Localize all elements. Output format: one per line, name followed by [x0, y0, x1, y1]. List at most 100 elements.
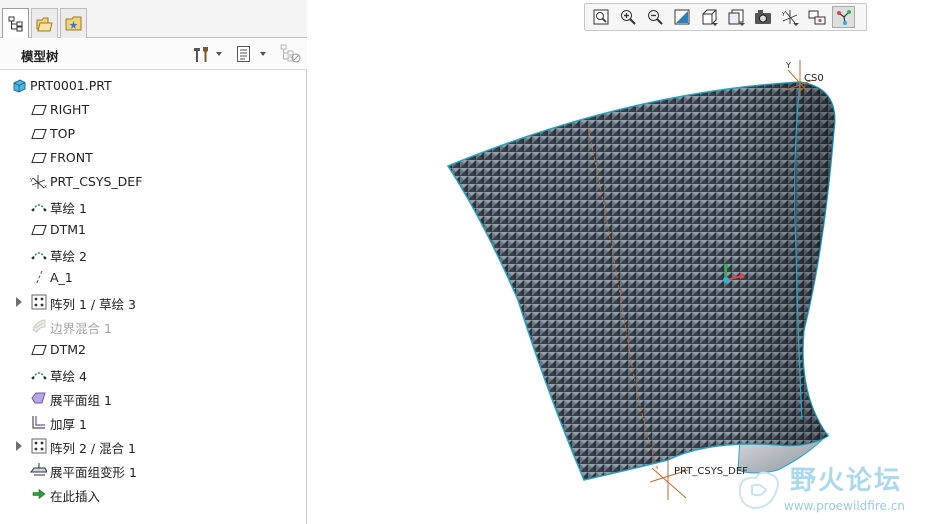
tree-item-label: 展平面组 1 [50, 393, 112, 408]
zoom-out-button[interactable] [643, 6, 666, 28]
tree-show-button[interactable] [236, 43, 266, 65]
filter-icon [280, 44, 301, 63]
expand-arrow-icon[interactable] [16, 441, 22, 451]
watermark-url: www.proewildfire.cn [784, 499, 905, 513]
view-manager-button[interactable] [751, 6, 774, 28]
view-manager-icon [754, 9, 772, 25]
tree-item-label: 边界混合 1 [50, 321, 112, 336]
pattern-icon [30, 438, 47, 454]
app-window: 模型树 PRT0001.PRT RIGHT TOP FRONT y x PRT_… [0, 0, 925, 524]
datum-plane-icon [30, 222, 47, 238]
pattern-icon [30, 294, 47, 310]
navigator-tab-strip [0, 0, 307, 39]
tree-item-label: RIGHT [50, 102, 90, 117]
zoom-in-button[interactable] [616, 6, 639, 28]
tree-item-label: 草绘 1 [50, 201, 87, 216]
tree-item-2[interactable]: TOP [0, 122, 306, 146]
repaint-icon [674, 9, 690, 25]
zoom-fit-icon [593, 9, 609, 25]
zoom-out-icon [647, 9, 663, 25]
sketch-icon [30, 246, 47, 262]
saved-orientations-button[interactable] [724, 6, 747, 28]
folder-icon [36, 17, 53, 31]
tree-item-label: FRONT [50, 150, 93, 165]
datum-display-filters-button[interactable]: Y [778, 6, 801, 28]
tree-filter-button[interactable] [280, 43, 302, 65]
tree-item-1[interactable]: RIGHT [0, 98, 306, 122]
tree-item-3[interactable]: FRONT [0, 146, 306, 170]
part-icon [10, 78, 27, 94]
csys-top-label: CS0 [804, 73, 824, 84]
folder-browser-tab[interactable] [31, 8, 58, 38]
tree-item-label: PRT0001.PRT [30, 78, 112, 93]
watermark-logo-icon [738, 471, 779, 510]
annotation-display-icon [836, 9, 852, 25]
favorites-tab[interactable] [60, 8, 87, 38]
sketch-icon [30, 198, 47, 214]
tree-item-11[interactable]: DTM2 [0, 338, 306, 362]
svg-text:x: x [44, 184, 47, 190]
datum-axis-icon [30, 270, 47, 286]
spin-center-icon [808, 9, 826, 25]
tree-item-label: 展平面组变形 1 [50, 465, 137, 480]
navigator-panel: 模型树 PRT0001.PRT RIGHT TOP FRONT y x PRT_… [0, 0, 307, 524]
boundary-blend-icon [30, 318, 47, 334]
tree-item-label: A_1 [50, 270, 73, 285]
tree-item-0[interactable]: PRT0001.PRT [0, 74, 306, 98]
display-style-button[interactable] [697, 6, 720, 28]
tree-item-9[interactable]: 阵列 1 / 草绘 3 [0, 290, 306, 314]
tree-item-label: 在此插入 [50, 489, 101, 504]
coordinate-system-icon: yx [30, 174, 47, 190]
model-viewport[interactable]: CS0 Y PRT_CSYS_DEF [308, 0, 925, 524]
graphics-toolbar: Y [584, 3, 867, 31]
zoom-in-icon [620, 9, 636, 25]
favorites-icon [65, 16, 81, 30]
tree-item-label: DTM2 [50, 342, 86, 357]
surface-shading [448, 82, 835, 480]
svg-text:y: y [30, 177, 33, 183]
flatten-deform-icon [30, 462, 47, 478]
spin-center-button[interactable] [805, 6, 828, 28]
svg-text:Y: Y [781, 12, 786, 18]
tree-item-10[interactable]: 边界混合 1 [0, 314, 306, 338]
tree-item-17[interactable]: 在此插入 [0, 482, 306, 506]
tree-item-12[interactable]: 草绘 4 [0, 362, 306, 386]
expand-arrow-icon[interactable] [16, 297, 22, 307]
tree-item-7[interactable]: 草绘 2 [0, 242, 306, 266]
tree-item-5[interactable]: 草绘 1 [0, 194, 306, 218]
chevron-down-icon [260, 52, 266, 56]
thicken-icon [30, 414, 47, 430]
tree-item-label: DTM1 [50, 222, 86, 237]
datum-plane-icon [30, 342, 47, 358]
datum-plane-icon [30, 102, 47, 118]
dropdown-arrow-icon [793, 23, 799, 26]
datum-plane-icon [30, 150, 47, 166]
tree-item-15[interactable]: 阵列 2 / 混合 1 [0, 434, 306, 458]
tree-item-16[interactable]: 展平面组变形 1 [0, 458, 306, 482]
chevron-down-icon [216, 52, 222, 56]
model-tree-title: 模型树 [21, 49, 59, 64]
refit-button[interactable] [589, 6, 612, 28]
insert-here-arrow-icon [30, 486, 47, 502]
tree-item-8[interactable]: A_1 [0, 266, 306, 290]
tree-item-label: 草绘 2 [50, 249, 87, 264]
tree-item-label: 阵列 1 / 草绘 3 [50, 297, 137, 312]
flatten-quilt-icon [30, 390, 47, 406]
tree-item-13[interactable]: 展平面组 1 [0, 386, 306, 410]
show-menu-icon [237, 46, 250, 62]
model-tree-icon [8, 16, 22, 32]
sketch-icon [30, 366, 47, 382]
datum-plane-icon [30, 126, 47, 142]
repaint-button[interactable] [670, 6, 693, 28]
tree-item-label: 加厚 1 [50, 417, 87, 432]
tree-item-4[interactable]: y x PRT_CSYS_DEF [0, 170, 306, 194]
graphics-window[interactable]: CS0 Y PRT_CSYS_DEF Y 野火论坛 www.proewildfi… [308, 0, 925, 524]
dropdown-arrow-icon [739, 23, 745, 26]
tree-item-14[interactable]: 加厚 1 [0, 410, 306, 434]
tree-item-6[interactable]: DTM1 [0, 218, 306, 242]
tree-settings-button[interactable] [192, 43, 222, 65]
model-tree-tab[interactable] [2, 8, 29, 39]
annotation-display-button[interactable] [832, 6, 855, 28]
tools-icon [194, 47, 208, 62]
model-tree-header: 模型树 [0, 38, 307, 70]
